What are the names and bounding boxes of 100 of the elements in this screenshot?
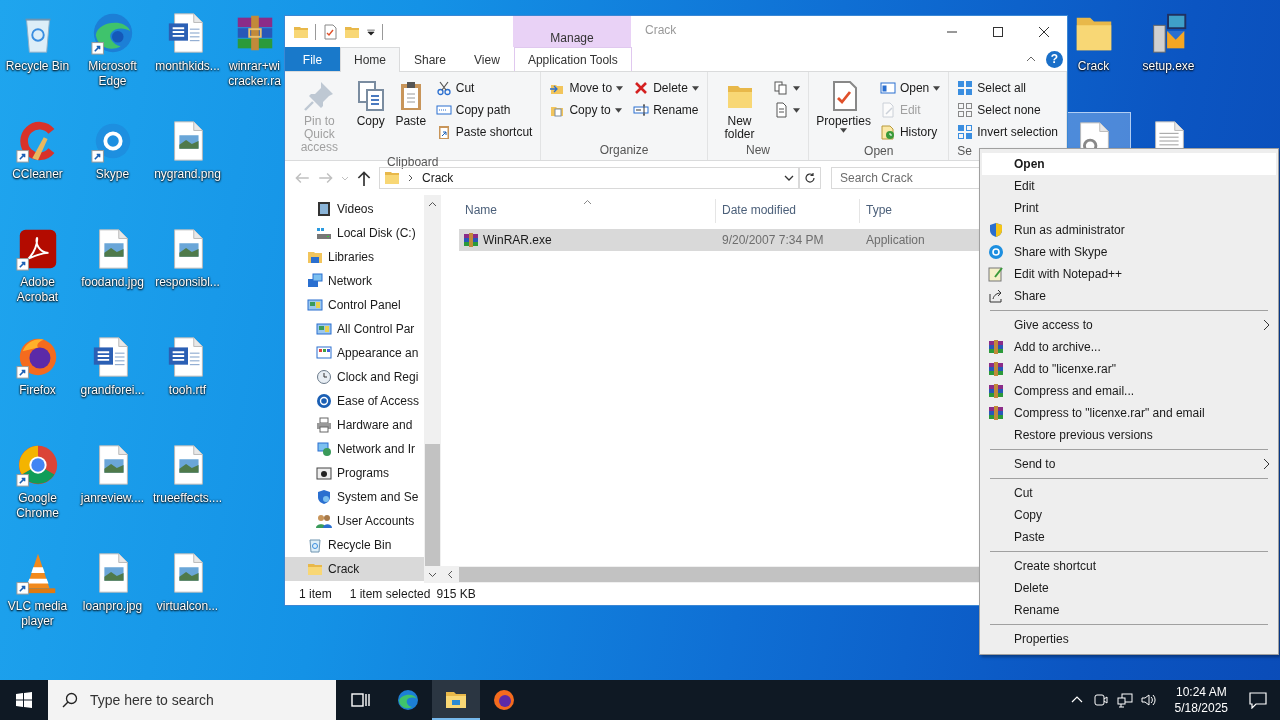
- network-icon[interactable]: [1116, 692, 1133, 708]
- scrollbar[interactable]: [424, 195, 441, 583]
- ribbon-button[interactable]: Copy path: [431, 99, 537, 121]
- camera-icon[interactable]: [1092, 692, 1109, 708]
- ribbon-button[interactable]: Properties: [813, 76, 874, 143]
- scroll-down-icon[interactable]: [428, 571, 437, 578]
- refresh-button[interactable]: [799, 167, 821, 189]
- taskbar-button[interactable]: [432, 680, 480, 720]
- nav-item[interactable]: System and Se: [285, 485, 424, 509]
- network-globe-icon: [316, 441, 332, 457]
- ribbon-button[interactable]: Rename: [629, 99, 703, 121]
- share-icon: [988, 288, 1004, 304]
- ribbon-button[interactable]: Invert selection: [953, 121, 1062, 143]
- scissors-icon: [435, 80, 452, 96]
- folder-icon: [307, 561, 323, 577]
- icon-label[interactable]: Crack: [1077, 59, 1110, 74]
- scroll-left-icon[interactable]: [446, 570, 453, 579]
- menu-item[interactable]: Share: [982, 285, 1276, 307]
- nav-item[interactable]: Control Panel: [285, 293, 424, 317]
- nav-item[interactable]: All Control Par: [285, 317, 424, 341]
- icon-label[interactable]: setup.exe: [1142, 59, 1195, 74]
- address-bar[interactable]: Crack: [379, 167, 799, 189]
- column-header[interactable]: Name: [459, 199, 716, 223]
- menu-item[interactable]: Paste: [982, 526, 1276, 548]
- four-panes-icon: [16, 692, 32, 708]
- caret-icon: [793, 85, 801, 91]
- column-header[interactable]: Date modified: [716, 199, 860, 223]
- menu-item[interactable]: Add to archive...: [982, 336, 1276, 358]
- properties-icon[interactable]: [322, 23, 338, 40]
- library-icon: [307, 249, 323, 265]
- ribbon-button[interactable]: Paste shortcut: [431, 121, 537, 143]
- volume-icon[interactable]: [1140, 692, 1157, 708]
- menu-item[interactable]: Compress and email...: [982, 380, 1276, 402]
- nav-item[interactable]: Programs: [285, 461, 424, 485]
- menu-item[interactable]: Compress to "licenxe.rar" and email: [982, 402, 1276, 424]
- ribbon-button[interactable]: Select all: [953, 77, 1062, 99]
- archive-icon: [463, 232, 479, 248]
- contextual-tab-header: Manage: [513, 16, 631, 47]
- ribbon-tab[interactable]: Share: [400, 47, 461, 71]
- help-button[interactable]: ?: [1046, 50, 1063, 68]
- menu-item[interactable]: Restore previous versions: [982, 424, 1276, 446]
- breadcrumb[interactable]: Crack: [422, 171, 454, 185]
- rename-icon: [633, 102, 650, 118]
- select-all-icon: [957, 80, 974, 96]
- nav-item[interactable]: Hardware and: [285, 413, 424, 437]
- ribbon-button[interactable]: Copy: [351, 76, 390, 154]
- path-field-icon: [435, 102, 452, 118]
- up-icon[interactable]: [355, 169, 373, 187]
- menu-item[interactable]: Add to "licenxe.rar": [982, 358, 1276, 380]
- scroll-thumb[interactable]: [425, 444, 440, 566]
- nav-item[interactable]: Clock and Regi: [285, 365, 424, 389]
- ribbon-button[interactable]: Select none: [953, 99, 1062, 121]
- clock-button[interactable]: 10:24 AM 5/18/2025: [1166, 680, 1236, 720]
- collapse-ribbon-icon[interactable]: [1026, 54, 1036, 64]
- search-input[interactable]: Type here to search: [88, 691, 312, 709]
- nav-item[interactable]: Ease of Access: [285, 389, 424, 413]
- accessibility-icon: [316, 393, 332, 409]
- history-icon: [879, 124, 896, 140]
- menu-item[interactable]: Give access to: [982, 314, 1276, 336]
- nav-item[interactable]: Videos: [285, 197, 424, 221]
- menu-item[interactable]: Cut: [982, 482, 1276, 504]
- scroll-up-icon[interactable]: [428, 200, 437, 207]
- nav-item[interactable]: Local Disk (C:): [285, 221, 424, 245]
- nav-item[interactable]: Crack: [285, 557, 424, 581]
- table-cell-text: 9/20/2007 7:34 PM: [721, 233, 825, 247]
- search-icon: [62, 692, 78, 708]
- menu-item[interactable]: Edit with Notepad++: [982, 263, 1276, 285]
- menu-item[interactable]: Properties: [982, 628, 1276, 650]
- nav-item[interactable]: Recycle Bin: [285, 533, 424, 557]
- menu-item[interactable]: Print: [982, 197, 1276, 219]
- nav-item[interactable]: Network: [285, 269, 424, 293]
- menu-item[interactable]: Delete: [982, 577, 1276, 599]
- nav-item[interactable]: Network and Ir: [285, 437, 424, 461]
- nav-item[interactable]: User Accounts: [285, 509, 424, 533]
- refresh-icon: [804, 172, 816, 184]
- ribbon-tab[interactable]: File: [285, 47, 340, 71]
- ribbon-button[interactable]: New folder: [711, 76, 768, 142]
- ribbon-button[interactable]: Open: [875, 77, 945, 99]
- caret-icon: [793, 107, 801, 113]
- archive-icon: [988, 339, 1004, 355]
- ribbon-button[interactable]: Move to: [545, 77, 628, 99]
- ribbon-button[interactable]: Paste: [391, 76, 430, 154]
- ribbon-button[interactable]: Delete: [629, 77, 703, 99]
- delete-icon: [633, 80, 650, 96]
- ribbon-button[interactable]: History: [875, 121, 945, 143]
- drive-icon: [316, 225, 332, 241]
- search-bar[interactable]: Type here to search: [48, 680, 336, 720]
- ribbon-button[interactable]: Copy to: [545, 99, 628, 121]
- ribbon-button[interactable]: Cut: [431, 77, 537, 99]
- nav-item[interactable]: Appearance an: [285, 341, 424, 365]
- ribbon-tab[interactable]: View: [460, 47, 514, 71]
- menu-item[interactable]: Copy: [982, 504, 1276, 526]
- nav-item[interactable]: Libraries: [285, 245, 424, 269]
- chevron-down-icon[interactable]: [784, 173, 794, 183]
- menu-item[interactable]: Create shortcut: [982, 555, 1276, 577]
- menu-item[interactable]: Send to: [982, 453, 1276, 475]
- ribbon-tab[interactable]: Application Tools: [513, 47, 632, 71]
- ribbon-tab[interactable]: Home: [340, 47, 400, 72]
- caret-icon: [616, 85, 624, 91]
- menu-item[interactable]: Rename: [982, 599, 1276, 621]
